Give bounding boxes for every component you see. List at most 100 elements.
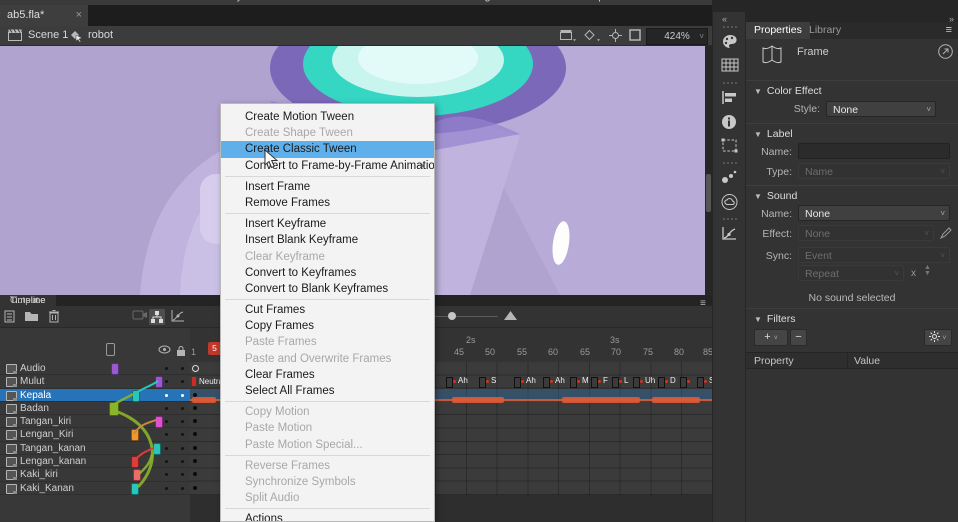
- menu-item[interactable]: View: [107, 0, 131, 2]
- keyframe-dot[interactable]: [193, 472, 197, 476]
- section-sound[interactable]: ▼Sound: [754, 190, 797, 202]
- new-folder-icon[interactable]: [24, 309, 39, 322]
- context-menu-item[interactable]: Split Audio ›: [221, 490, 434, 506]
- tab-library[interactable]: Library: [801, 22, 849, 39]
- keyframe-dot[interactable]: [193, 446, 197, 450]
- center-frame-icon[interactable]: [609, 29, 622, 42]
- filter-options-button[interactable]: ˅: [924, 329, 952, 346]
- context-menu-item[interactable]: Create Motion Tween ›: [221, 109, 434, 125]
- symbol-icon: [70, 29, 83, 42]
- close-icon[interactable]: ×: [76, 5, 82, 26]
- edit-symbols-icon[interactable]: [584, 29, 600, 42]
- context-menu-item[interactable]: Paste Motion ›: [221, 420, 434, 436]
- section-color-effect[interactable]: ▼Color Effect: [754, 85, 822, 97]
- timeline-zoom-track[interactable]: [426, 316, 498, 317]
- context-menu-item[interactable]: Copy Frames ›: [221, 318, 434, 334]
- collapse-panels-icon[interactable]: «: [722, 14, 727, 24]
- history-panel-icon[interactable]: [721, 226, 737, 241]
- edit-scene-icon[interactable]: [560, 29, 576, 42]
- context-menu-item[interactable]: Convert to Keyframes ›: [221, 265, 434, 281]
- section-filters[interactable]: ▼Filters: [754, 313, 796, 325]
- zoom-level-dropdown[interactable]: 424% ˅: [646, 28, 708, 45]
- keyframe-dot[interactable]: [193, 459, 197, 463]
- context-menu-item[interactable]: Synchronize Symbols ›: [221, 474, 434, 490]
- creative-cloud-panel-icon[interactable]: [721, 194, 738, 210]
- transform-panel-icon[interactable]: [721, 138, 738, 153]
- context-menu-item[interactable]: Paste and Overwrite Frames ›: [221, 351, 434, 367]
- menu-item[interactable]: Debug: [458, 0, 490, 2]
- audio-waveform-segment: [192, 397, 216, 403]
- lock-icon[interactable]: [176, 345, 186, 357]
- keyframe-dot[interactable]: [193, 393, 197, 397]
- context-menu-item[interactable]: Convert to Frame-by-Frame Animation ›: [221, 158, 434, 174]
- align-panel-icon[interactable]: [721, 90, 738, 105]
- context-menu-item[interactable]: Actions ›: [221, 511, 434, 522]
- mouse-cursor: [264, 149, 278, 169]
- keyframe-dot[interactable]: [193, 486, 197, 490]
- remove-filter-button[interactable]: −: [790, 329, 807, 346]
- menu-item[interactable]: Modify: [210, 0, 242, 2]
- breadcrumb-scene[interactable]: Scene 1: [28, 29, 68, 41]
- context-menu-item[interactable]: Clear Keyframe ›: [221, 249, 434, 265]
- swatches-panel-icon[interactable]: [721, 58, 739, 72]
- keyframe-dot[interactable]: [193, 432, 197, 436]
- expand-panels-icon[interactable]: »: [949, 14, 954, 24]
- timeline-zoom-slider[interactable]: [448, 312, 456, 320]
- clip-content-icon[interactable]: [629, 29, 641, 41]
- menu-item[interactable]: Window: [517, 0, 556, 2]
- zoom-in-timeline-icon[interactable]: [504, 311, 517, 320]
- keyframe-dot: [486, 380, 489, 383]
- color-panel-icon[interactable]: [721, 34, 739, 50]
- timeline-panel-menu-icon[interactable]: ≡: [700, 298, 706, 309]
- eye-icon[interactable]: [158, 345, 171, 354]
- frame-object-icon: [761, 44, 783, 66]
- style-dropdown[interactable]: None ˅: [826, 101, 936, 117]
- add-filter-button[interactable]: + ˅: [754, 329, 788, 346]
- panel-tab[interactable]: Output: [0, 295, 49, 306]
- menu-item[interactable]: File: [18, 0, 36, 2]
- edit-sound-envelope-icon[interactable]: [940, 227, 952, 239]
- scrollbar-thumb[interactable]: [706, 174, 711, 212]
- menu-item[interactable]: Commands: [314, 0, 370, 2]
- context-menu-item[interactable]: Cut Frames ›: [221, 302, 434, 318]
- delete-layer-icon[interactable]: [48, 309, 60, 323]
- sound-name-dropdown[interactable]: None ˅: [798, 205, 950, 221]
- keyframe-dot[interactable]: [193, 406, 197, 410]
- help-link-icon[interactable]: [938, 44, 953, 59]
- breadcrumb-symbol[interactable]: robot: [88, 29, 113, 41]
- show-parenting-view-icon[interactable]: [149, 309, 165, 325]
- keyframe-hollow[interactable]: [192, 365, 199, 372]
- context-menu-item[interactable]: Paste Motion Special... ›: [221, 437, 434, 453]
- context-menu-item[interactable]: Remove Frames ›: [221, 195, 434, 211]
- context-menu-item[interactable]: Create Classic Tween ›: [221, 141, 434, 157]
- menu-item[interactable]: Help: [582, 0, 605, 2]
- menu-item[interactable]: Text: [268, 0, 288, 2]
- context-menu-item[interactable]: Reverse Frames ›: [221, 458, 434, 474]
- context-menu-item[interactable]: Select All Frames ›: [221, 383, 434, 399]
- context-menu-item[interactable]: Create Shape Tween ›: [221, 125, 434, 141]
- keyframe-span-icon: [680, 377, 687, 388]
- document-tab[interactable]: ab5.fla* ×: [0, 5, 88, 26]
- context-menu-item[interactable]: Insert Frame ›: [221, 179, 434, 195]
- context-menu-item[interactable]: Clear Frames ›: [221, 367, 434, 383]
- label-name-input[interactable]: [798, 143, 950, 159]
- section-label[interactable]: ▼Label: [754, 128, 793, 140]
- context-menu-item[interactable]: Insert Keyframe ›: [221, 216, 434, 232]
- menu-item[interactable]: Edit: [62, 0, 81, 2]
- context-menu-item[interactable]: Paste Frames ›: [221, 334, 434, 350]
- graph-editor-icon[interactable]: [170, 309, 185, 323]
- new-layer-icon[interactable]: [4, 309, 17, 323]
- minus-icon: −: [795, 331, 801, 343]
- panel-menu-icon[interactable]: ≡: [946, 24, 952, 36]
- info-panel-icon[interactable]: [721, 114, 737, 130]
- ruler-seconds-label: 2s: [466, 335, 476, 345]
- context-menu-item[interactable]: Convert to Blank Keyframes ›: [221, 281, 434, 297]
- keyframe-dot[interactable]: [193, 419, 197, 423]
- context-menu-item[interactable]: Copy Motion ›: [221, 404, 434, 420]
- menu-item[interactable]: Insert: [156, 0, 184, 2]
- brush-library-panel-icon[interactable]: [721, 170, 737, 184]
- menu-item[interactable]: Control: [397, 0, 432, 2]
- stage-scrollbar[interactable]: [705, 46, 712, 295]
- camera-icon[interactable]: [132, 309, 148, 321]
- context-menu-item[interactable]: Insert Blank Keyframe ›: [221, 232, 434, 248]
